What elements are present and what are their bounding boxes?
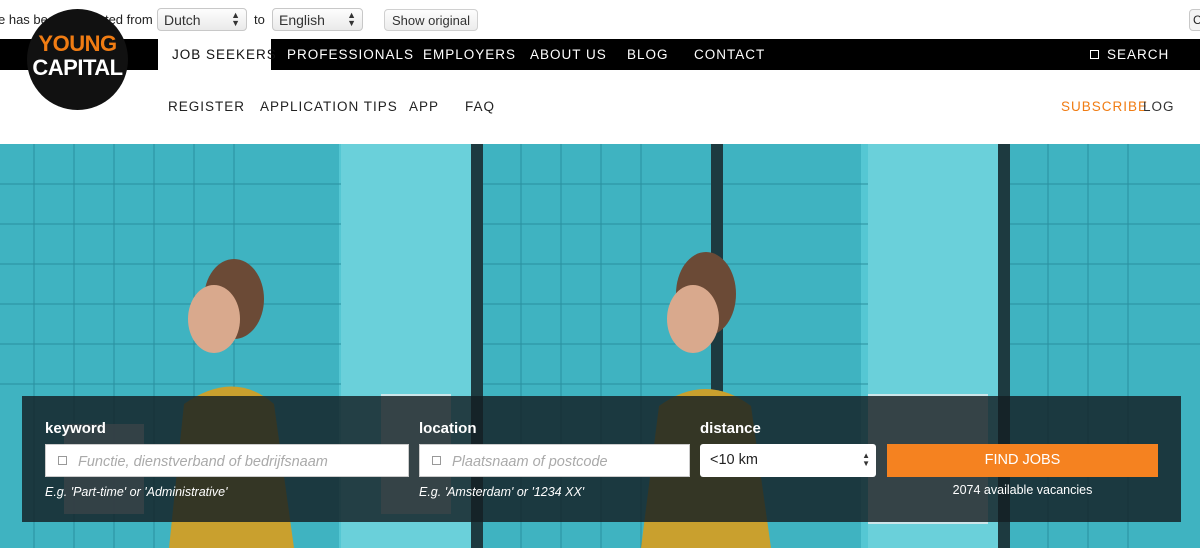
from-language-value: Dutch: [164, 12, 201, 28]
keyword-label: keyword: [45, 420, 106, 437]
search-link[interactable]: SEARCH: [1090, 47, 1169, 62]
nav-contact[interactable]: CONTACT: [694, 39, 765, 70]
location-input[interactable]: Plaatsnaam of postcode: [419, 444, 690, 477]
keyword-placeholder: Functie, dienstverband of bedrijfsnaam: [78, 454, 328, 470]
find-jobs-button[interactable]: FIND JOBS: [887, 444, 1158, 477]
site-header: REGISTER APPLICATION TIPS APP FAQ SUBSCR…: [0, 70, 1200, 144]
to-language-select[interactable]: English ▲ ▼: [272, 8, 363, 31]
location-field-icon: [432, 456, 441, 465]
keyword-input[interactable]: Functie, dienstverband of bedrijfsnaam: [45, 444, 409, 477]
subnav-application-tips[interactable]: APPLICATION TIPS: [260, 99, 398, 114]
job-search-form: keyword Functie, dienstverband of bedrij…: [22, 396, 1181, 522]
location-hint: E.g. 'Amsterdam' or '1234 XX': [419, 485, 585, 499]
select-arrows-icon: ▲ ▼: [231, 10, 240, 28]
from-language-select[interactable]: Dutch ▲ ▼: [157, 8, 247, 31]
top-navigation: JOB SEEKERS PROFESSIONALS EMPLOYERS ABOU…: [0, 39, 1200, 70]
search-icon: [1090, 50, 1099, 59]
distance-select[interactable]: <10 km ▲ ▼: [700, 444, 876, 477]
translate-bar: e has been translated from Dutch ▲▼ to E…: [0, 0, 1200, 39]
select-arrows-icon: ▲ ▼: [347, 10, 356, 28]
location-label: location: [419, 420, 477, 437]
select-arrows-icon: ▲ ▼: [862, 451, 870, 468]
search-label: SEARCH: [1107, 47, 1170, 62]
nav-about-us[interactable]: ABOUT US: [530, 39, 607, 70]
login-link[interactable]: LOG: [1143, 99, 1175, 114]
show-original-button[interactable]: Show original: [384, 9, 478, 31]
young-capital-logo[interactable]: YOUNG CAPITAL: [27, 9, 128, 110]
subnav-faq[interactable]: FAQ: [465, 99, 495, 114]
subnav-register[interactable]: REGISTER: [168, 99, 245, 114]
keyword-field-icon: [58, 456, 67, 465]
translate-options-button[interactable]: C: [1189, 9, 1200, 31]
logo-text-capital: CAPITAL: [32, 55, 123, 80]
vacancy-count: 2074 available vacancies: [952, 483, 1093, 497]
subscribe-link[interactable]: SUBSCRIBE: [1061, 99, 1148, 114]
to-language-value: English: [279, 12, 325, 28]
distance-label: distance: [700, 420, 761, 437]
keyword-hint: E.g. 'Part-time' or 'Administrative': [45, 485, 228, 499]
nav-blog[interactable]: BLOG: [627, 39, 669, 70]
subnav-app[interactable]: APP: [409, 99, 439, 114]
nav-employers[interactable]: EMPLOYERS: [423, 39, 516, 70]
distance-value: <10 km: [710, 452, 758, 468]
nav-job-seekers[interactable]: JOB SEEKERS: [158, 39, 276, 70]
location-placeholder: Plaatsnaam of postcode: [452, 454, 608, 470]
logo-text-young: YOUNG: [38, 31, 117, 56]
nav-professionals[interactable]: PROFESSIONALS: [287, 39, 414, 70]
translate-to-label: to: [254, 12, 265, 27]
